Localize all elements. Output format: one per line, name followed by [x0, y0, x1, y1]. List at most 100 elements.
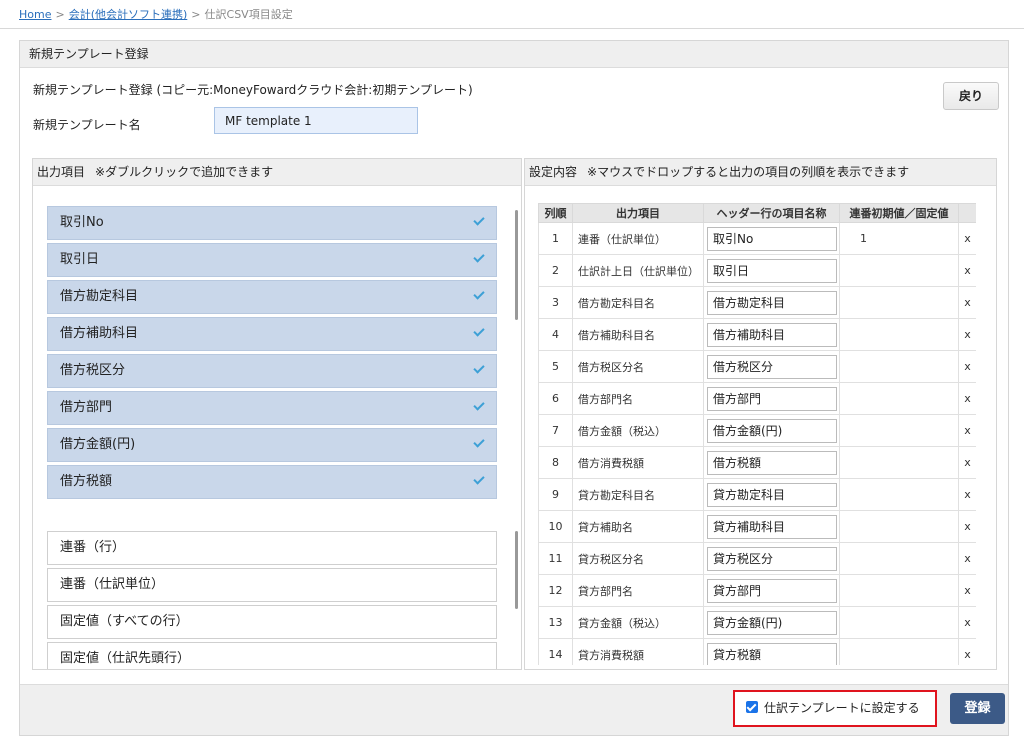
output-items-header: 出力項目 ※ダブルクリックで追加できます	[33, 159, 521, 186]
breadcrumb-separator: >	[55, 8, 65, 21]
available-item[interactable]: 固定値（仕訳先頭行）	[47, 642, 497, 669]
row-initial-value-cell[interactable]	[839, 254, 959, 287]
footer-bar: 仕訳テンプレートに設定する 登録	[20, 684, 1008, 735]
header-name-input[interactable]: 貸方部門	[707, 578, 837, 603]
row-delete-button[interactable]: x	[958, 414, 976, 447]
table-row: 12 貸方部門名 貸方部門 x	[538, 574, 976, 607]
row-delete-button[interactable]: x	[958, 350, 976, 383]
header-name-input[interactable]: 貸方税額	[707, 642, 837, 665]
header-name-input[interactable]: 借方部門	[707, 386, 837, 411]
row-initial-value-cell[interactable]	[839, 478, 959, 511]
header-name-input[interactable]: 貸方税区分	[707, 546, 837, 571]
row-initial-value-cell[interactable]	[839, 574, 959, 607]
row-initial-value-cell[interactable]: 1	[839, 222, 959, 255]
row-delete-button[interactable]: x	[958, 606, 976, 639]
set-template-checkbox-label[interactable]: 仕訳テンプレートに設定する	[733, 690, 937, 727]
row-output-item-cell: 貸方金額（税込）	[572, 606, 704, 639]
header-name-input[interactable]: 取引日	[707, 258, 837, 283]
selected-items-list[interactable]: 取引No 取引日 借方勘定科目 借方補助科目 借方税区分 借方部門借方金額(円) 借方税額	[47, 206, 497, 510]
header-name-input[interactable]: 借方勘定科目	[707, 290, 837, 315]
selected-item-label: 借方金額(円)	[60, 437, 136, 452]
row-initial-value-cell[interactable]	[839, 286, 959, 319]
row-initial-value-cell[interactable]	[839, 446, 959, 479]
column-header: 列順	[538, 203, 573, 223]
row-header-name-cell: 取引No	[703, 222, 840, 255]
row-initial-value-cell[interactable]	[839, 542, 959, 575]
row-initial-value-cell[interactable]	[839, 638, 959, 665]
row-output-item-cell: 借方補助科目名	[572, 318, 704, 351]
settings-hint: ※マウスでドロップすると出力の項目の列順を表示できます	[587, 165, 910, 179]
row-delete-button[interactable]: x	[958, 382, 976, 415]
row-header-name-cell: 借方補助科目	[703, 318, 840, 351]
header-name-input[interactable]: 貸方補助科目	[707, 514, 837, 539]
column-header-blank	[958, 203, 976, 223]
header-name-input[interactable]: 借方税額	[707, 450, 837, 475]
register-button[interactable]: 登録	[950, 693, 1005, 724]
row-initial-value-cell[interactable]	[839, 606, 959, 639]
row-initial-value-cell[interactable]	[839, 318, 959, 351]
available-item[interactable]: 連番（行）	[47, 531, 497, 565]
row-output-item-cell: 貸方部門名	[572, 574, 704, 607]
selected-item[interactable]: 取引No	[47, 206, 497, 240]
breadcrumb-home-link[interactable]: Home	[19, 8, 51, 21]
check-icon	[473, 362, 485, 374]
row-order-cell: 12	[538, 574, 573, 607]
row-output-item-cell: 連番（仕訳単位）	[572, 222, 704, 255]
row-delete-button[interactable]: x	[958, 638, 976, 665]
header-name-input[interactable]: 貸方金額(円)	[707, 610, 837, 635]
row-output-item-cell: 借方部門名	[572, 382, 704, 415]
header-name-input[interactable]: 借方税区分	[707, 354, 837, 379]
output-items-box: 出力項目 ※ダブルクリックで追加できます 取引No 取引日 借方勘定科目 借方補助科目借…	[32, 158, 522, 670]
available-items-list[interactable]: 連番（行） 連番（仕訳単位） 固定値（すべての行） 固定値（仕訳先頭行）	[47, 531, 497, 669]
row-order-cell: 10	[538, 510, 573, 543]
settings-table: 列順 出力項目 ヘッダー行の項目名称 連番初期値／固定値 1 連番（仕訳単位） 取引…	[538, 203, 976, 665]
breadcrumb-separator: >	[191, 8, 201, 21]
set-template-checkbox[interactable]	[746, 701, 758, 713]
row-delete-button[interactable]: x	[958, 318, 976, 351]
available-list-scrollbar[interactable]	[515, 531, 518, 609]
row-delete-button[interactable]: x	[958, 254, 976, 287]
check-icon	[473, 436, 485, 448]
row-delete-button[interactable]: x	[958, 286, 976, 319]
settings-grid-wrapper[interactable]: 列順 出力項目 ヘッダー行の項目名称 連番初期値／固定値 1 連番（仕訳単位） 取引…	[538, 203, 976, 665]
row-delete-button[interactable]: x	[958, 510, 976, 543]
selected-item[interactable]: 借方税額	[47, 465, 497, 499]
row-initial-value-cell[interactable]	[839, 510, 959, 543]
selected-item[interactable]: 借方勘定科目	[47, 280, 497, 314]
row-delete-button[interactable]: x	[958, 222, 976, 255]
header-name-input[interactable]: 貸方勘定科目	[707, 482, 837, 507]
selected-item[interactable]: 借方補助科目	[47, 317, 497, 351]
check-icon	[473, 251, 485, 263]
row-initial-value-cell[interactable]	[839, 414, 959, 447]
check-icon	[473, 325, 485, 337]
row-initial-value-cell[interactable]	[839, 350, 959, 383]
header-name-input[interactable]: 取引No	[707, 226, 837, 251]
breadcrumb-accounting-link[interactable]: 会計(他会計ソフト連携)	[69, 8, 188, 21]
check-icon	[473, 399, 485, 411]
row-header-name-cell: 借方金額(円)	[703, 414, 840, 447]
breadcrumb-current: 仕訳CSV項目設定	[204, 8, 293, 21]
row-initial-value-cell[interactable]	[839, 382, 959, 415]
row-output-item-cell: 仕訳計上日（仕訳単位）	[572, 254, 704, 287]
selected-item[interactable]: 借方税区分	[47, 354, 497, 388]
row-delete-button[interactable]: x	[958, 574, 976, 607]
check-icon	[473, 473, 485, 485]
selected-item[interactable]: 借方金額(円)	[47, 428, 497, 462]
row-delete-button[interactable]: x	[958, 478, 976, 511]
selected-item[interactable]: 取引日	[47, 243, 497, 277]
selected-list-scrollbar[interactable]	[515, 210, 518, 320]
column-header: 出力項目	[572, 203, 704, 223]
row-output-item-cell: 借方勘定科目名	[572, 286, 704, 319]
row-delete-button[interactable]: x	[958, 542, 976, 575]
header-name-input[interactable]: 借方金額(円)	[707, 418, 837, 443]
available-item[interactable]: 固定値（すべての行）	[47, 605, 497, 639]
template-name-input[interactable]	[214, 107, 418, 134]
row-header-name-cell: 貸方補助科目	[703, 510, 840, 543]
available-item[interactable]: 連番（仕訳単位）	[47, 568, 497, 602]
row-delete-button[interactable]: x	[958, 446, 976, 479]
back-button[interactable]: 戻り	[943, 82, 999, 110]
selected-item[interactable]: 借方部門	[47, 391, 497, 425]
row-output-item-cell: 貸方補助名	[572, 510, 704, 543]
check-icon	[473, 288, 485, 300]
header-name-input[interactable]: 借方補助科目	[707, 322, 837, 347]
